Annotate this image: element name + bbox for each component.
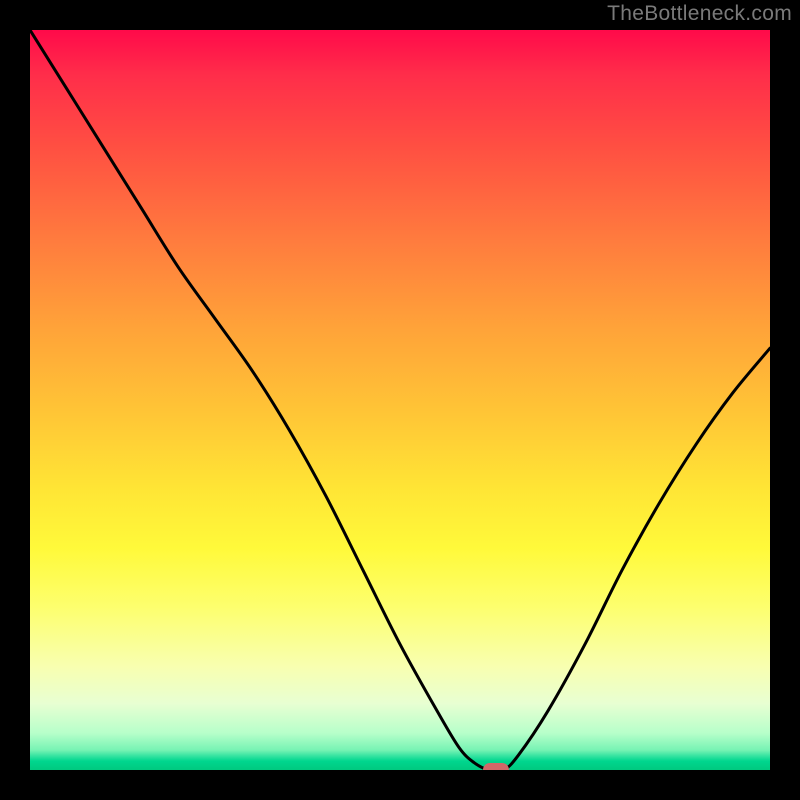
bottleneck-curve bbox=[30, 30, 770, 770]
chart-frame: TheBottleneck.com bbox=[0, 0, 800, 800]
watermark-text: TheBottleneck.com bbox=[607, 2, 792, 26]
selected-point-marker bbox=[483, 763, 509, 770]
plot-area bbox=[30, 30, 770, 770]
